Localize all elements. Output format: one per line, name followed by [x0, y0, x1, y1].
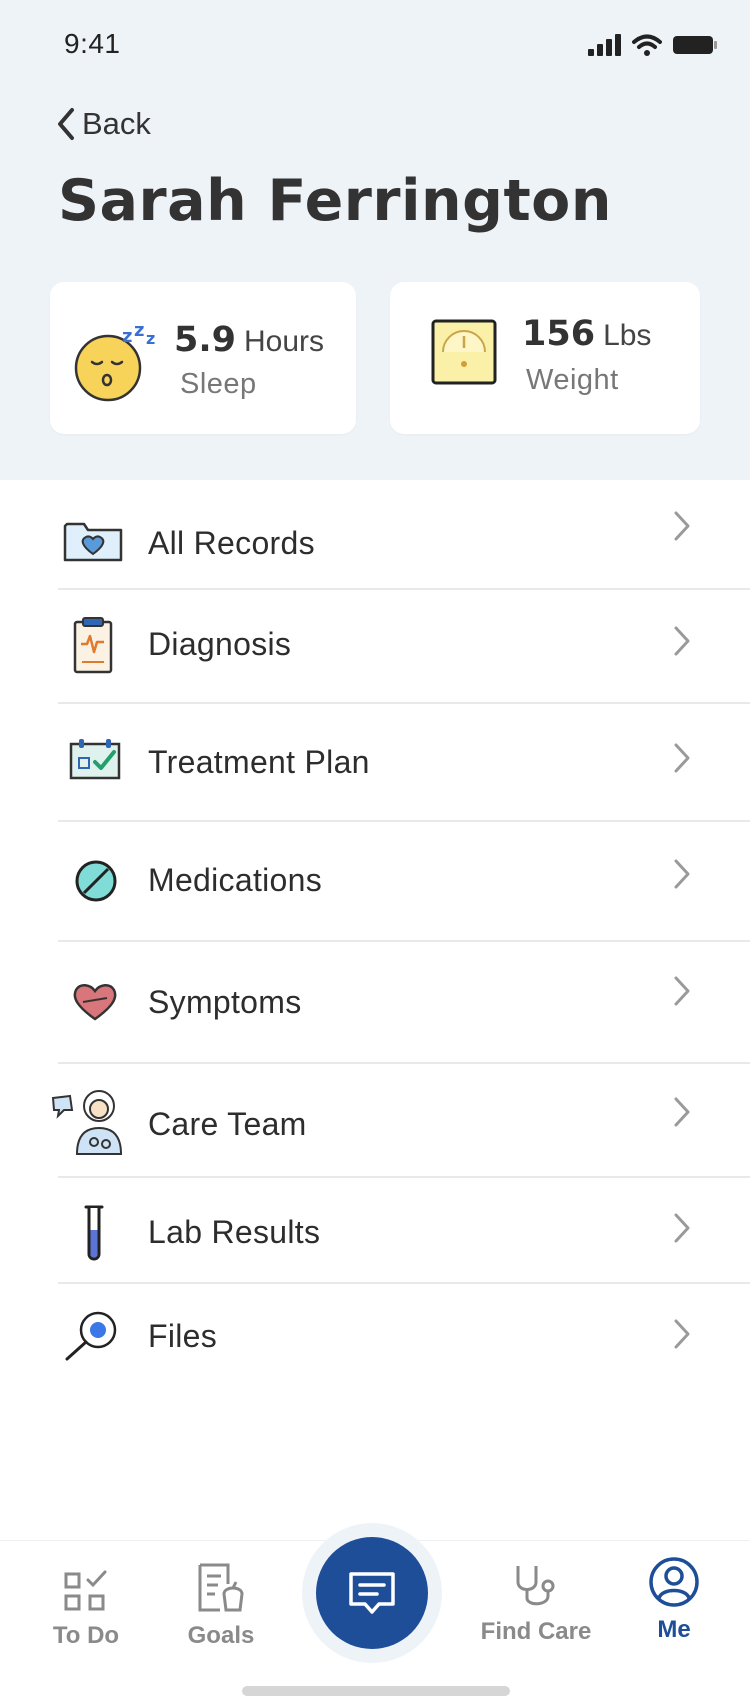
user-icon — [649, 1557, 699, 1607]
records-menu: All Records Diagnosis Treatment Plan Med… — [0, 480, 750, 1390]
weight-value-line: 156 Lbs — [522, 314, 651, 354]
tab-label: Me — [657, 1616, 691, 1643]
tab-label: Goals — [187, 1622, 255, 1649]
page-title: Sarah Ferrington — [58, 168, 612, 234]
tab-find-care[interactable]: Find Care — [474, 1562, 598, 1646]
sleeping-face-icon: z z z — [74, 320, 155, 402]
scale-icon — [431, 319, 497, 385]
menu-item-label: Care Team — [148, 1106, 307, 1142]
menu-item-label: Medications — [148, 862, 323, 898]
back-button[interactable]: Back — [56, 106, 151, 142]
weight-label: Weight — [526, 364, 619, 396]
weight-value: 156 — [522, 314, 596, 354]
menu-item-label: Treatment Plan — [148, 744, 370, 780]
tab-label: To Do — [52, 1622, 120, 1649]
goals-icon — [198, 1563, 244, 1612]
tab-label: Find Care — [480, 1618, 592, 1645]
menu-item-treatment-plan[interactable]: Treatment Plan — [0, 704, 750, 822]
back-label: Back — [82, 106, 151, 141]
calendar-check-icon — [69, 739, 121, 780]
menu-item-all-records[interactable]: All Records — [0, 480, 750, 590]
weight-card[interactable]: 156 Lbs Weight — [390, 282, 700, 434]
svg-text:z: z — [146, 329, 155, 348]
chevron-right-icon — [674, 626, 690, 656]
status-time: 9:41 — [64, 28, 121, 59]
chat-icon — [349, 1572, 395, 1614]
chevron-right-icon — [674, 859, 690, 889]
folder-heart-icon — [63, 522, 123, 562]
doctor-icon — [51, 1090, 123, 1155]
chevron-right-icon — [674, 1213, 690, 1243]
menu-item-files[interactable]: Files — [0, 1284, 750, 1390]
chat-button[interactable] — [316, 1537, 428, 1649]
menu-item-lab-results[interactable]: Lab Results — [0, 1178, 750, 1284]
test-tube-icon — [84, 1205, 104, 1261]
heart-icon — [73, 984, 117, 1021]
signal-icon — [588, 34, 621, 56]
menu-item-label: Symptoms — [148, 984, 302, 1020]
battery-icon — [673, 36, 717, 54]
magnifier-icon — [65, 1311, 117, 1361]
chevron-right-icon — [674, 1319, 690, 1349]
home-indicator — [242, 1686, 510, 1696]
menu-item-medications[interactable]: Medications — [0, 822, 750, 942]
chevron-right-icon — [674, 511, 690, 541]
sleep-card[interactable]: z z z 5.9 Hours Sleep — [50, 282, 356, 434]
chevron-right-icon — [674, 743, 690, 773]
menu-item-label: Lab Results — [148, 1214, 321, 1250]
sleep-unit: Hours — [244, 325, 325, 358]
wifi-icon — [632, 34, 662, 56]
chevron-left-icon — [58, 108, 74, 140]
menu-item-label: All Records — [148, 525, 315, 561]
chevron-right-icon — [674, 1097, 690, 1127]
menu-item-label: Diagnosis — [148, 626, 292, 662]
svg-text:z: z — [122, 326, 132, 347]
tab-to-do[interactable]: To Do — [46, 1568, 126, 1650]
menu-item-symptoms[interactable]: Symptoms — [0, 942, 750, 1064]
sleep-label: Sleep — [180, 368, 257, 400]
menu-item-label: Files — [148, 1318, 218, 1354]
sleep-value: 5.9 — [174, 320, 237, 360]
menu-item-diagnosis[interactable]: Diagnosis — [0, 590, 750, 704]
sleep-value-line: 5.9 Hours — [174, 320, 324, 360]
stethoscope-icon — [516, 1566, 555, 1606]
tab-me[interactable]: Me — [638, 1556, 710, 1644]
clipboard-icon — [73, 617, 113, 674]
checklist-icon — [64, 1570, 107, 1611]
chevron-right-icon — [674, 976, 690, 1006]
tab-goals[interactable]: Goals — [176, 1562, 266, 1650]
svg-text:z: z — [134, 320, 144, 341]
status-icons — [588, 34, 718, 56]
weight-unit: Lbs — [603, 319, 652, 352]
status-bar: 9:41 — [0, 0, 750, 90]
pill-icon — [75, 860, 117, 902]
menu-item-care-team[interactable]: Care Team — [0, 1064, 750, 1178]
